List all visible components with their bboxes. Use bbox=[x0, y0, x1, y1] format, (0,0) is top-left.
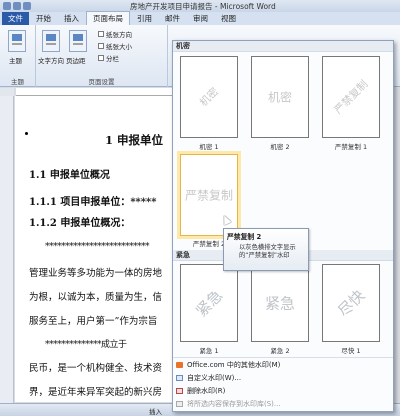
vertical-ruler[interactable] bbox=[0, 96, 14, 406]
custom-watermark-menu-item[interactable]: 自定义水印(W)... bbox=[173, 372, 393, 384]
watermark-preview-text: 尽快 bbox=[334, 286, 369, 321]
tab-insert[interactable]: 插入 bbox=[58, 12, 85, 25]
text-direction-label: 文字方向 bbox=[38, 57, 64, 65]
bullet-mark bbox=[25, 132, 28, 135]
page-setup-group: 文字方向 页边距 纸张方向 纸张大小 分栏 页面设置 bbox=[36, 25, 168, 87]
more-watermarks-office-menu-item[interactable]: Office.com 中的其他水印(M) bbox=[173, 359, 393, 371]
title-bar: 房地产开发项目申请报告 - Microsoft Word bbox=[0, 0, 400, 12]
body-stars-2: **************成立于 bbox=[45, 340, 127, 350]
tab-page-layout[interactable]: 页面布局 bbox=[86, 11, 130, 25]
paper-size-icon bbox=[98, 43, 104, 49]
horizontal-ruler[interactable] bbox=[16, 88, 176, 96]
watermark-preview-text: 机密 bbox=[197, 85, 222, 110]
remove-watermark-icon bbox=[176, 388, 183, 394]
custom-watermark-label: 自定义水印(W)... bbox=[187, 374, 242, 382]
watermark-confidential-2[interactable]: 机密 bbox=[251, 56, 309, 138]
text-direction-button[interactable] bbox=[42, 30, 60, 52]
body-stars-1: ************************** bbox=[45, 242, 150, 252]
window-title: 房地产开发项目申请报告 - Microsoft Word bbox=[130, 2, 276, 11]
quick-access-toolbar bbox=[0, 2, 31, 10]
paper-direction-label: 纸张方向 bbox=[106, 31, 132, 39]
body-line-1: 管理业务等多功能为一体的房地 bbox=[29, 268, 163, 279]
watermark-label-confidential-1: 机密 1 bbox=[199, 143, 219, 151]
tab-file[interactable]: 文件 bbox=[2, 12, 29, 25]
themes-button[interactable] bbox=[8, 30, 26, 52]
ruler-corner[interactable] bbox=[0, 88, 14, 96]
watermark-urgent-2[interactable]: 紧急 bbox=[251, 264, 309, 342]
tab-home[interactable]: 开始 bbox=[30, 12, 57, 25]
save-icon[interactable] bbox=[13, 2, 21, 10]
watermark-confidential-1[interactable]: 机密 bbox=[180, 56, 238, 138]
watermark-preview-text: 紧急 bbox=[264, 294, 296, 313]
body-line-2: 为根，以诚为本，质量为生，信 bbox=[29, 292, 163, 303]
remove-watermark-menu-item[interactable]: 删除水印(R) bbox=[173, 385, 393, 397]
tooltip-title: 严禁复制 2 bbox=[227, 233, 262, 241]
custom-watermark-icon bbox=[176, 375, 183, 381]
watermark-no-copy-2[interactable]: 严禁复制 bbox=[180, 154, 238, 236]
watermark-preview-text: 严禁复制 bbox=[332, 78, 371, 117]
menu-separator bbox=[173, 357, 393, 358]
remove-watermark-label: 删除水印(R) bbox=[187, 387, 226, 395]
tab-view[interactable]: 视图 bbox=[215, 12, 242, 25]
margins-label: 页边距 bbox=[66, 57, 86, 65]
undo-icon[interactable] bbox=[23, 2, 31, 10]
watermark-label-asap-1: 尽快 1 bbox=[341, 347, 361, 355]
watermark-preview-text: 紧急 bbox=[192, 286, 227, 321]
save-to-gallery-label: 将所选内容保存到水印库(S)... bbox=[187, 400, 281, 408]
office-logo-icon bbox=[176, 362, 183, 368]
heading-1-1-1: 1.1.1 项目申报单位：***** bbox=[29, 197, 157, 208]
save-to-gallery-menu-item[interactable]: 将所选内容保存到水印库(S)... bbox=[173, 398, 393, 410]
columns-button[interactable]: 分栏 bbox=[98, 53, 119, 63]
heading-1-1: 1.1 申报单位概况 bbox=[29, 170, 110, 181]
theme-group: 主题 主题 bbox=[0, 25, 36, 87]
watermark-preview-text: 机密 bbox=[267, 90, 293, 105]
watermark-no-copy-1[interactable]: 严禁复制 bbox=[322, 56, 380, 138]
watermark-asap-1[interactable]: 尽快 bbox=[322, 264, 380, 342]
more-watermarks-label: Office.com 中的其他水印(M) bbox=[187, 361, 281, 369]
paper-size-button[interactable]: 纸张大小 bbox=[98, 41, 132, 51]
save-to-gallery-icon bbox=[176, 401, 183, 407]
tab-review[interactable]: 审阅 bbox=[187, 12, 214, 25]
themes-label: 主题 bbox=[9, 57, 22, 65]
theme-group-label: 主题 bbox=[11, 78, 24, 86]
tooltip-body: 以灰色横排文字显示的“严禁复制”水印 bbox=[239, 244, 296, 259]
paper-size-label: 纸张大小 bbox=[106, 43, 132, 51]
watermark-label-urgent-2: 紧急 2 bbox=[270, 347, 290, 355]
watermark-tooltip: 严禁复制 2 以灰色横排文字显示的“严禁复制”水印 bbox=[223, 228, 309, 271]
columns-icon bbox=[98, 55, 104, 61]
watermark-gallery: 机密 机密 机密 1 机密 机密 2 严禁复制 严禁复制 1 严禁复制 严禁复制… bbox=[172, 40, 394, 412]
margins-button[interactable] bbox=[69, 30, 87, 52]
heading-1-1-2: 1.1.2 申报单位概况： bbox=[29, 218, 131, 229]
page-setup-group-label: 页面设置 bbox=[88, 78, 115, 86]
watermark-label-confidential-2: 机密 2 bbox=[270, 143, 290, 151]
body-line-3: 服务至上，用户第一”作为宗旨 bbox=[29, 316, 158, 327]
insert-mode-indicator[interactable]: 插入 bbox=[149, 406, 162, 416]
ribbon-tabs: 文件 开始 插入 页面布局 引用 邮件 审阅 视图 bbox=[0, 11, 400, 25]
tab-mailings[interactable]: 邮件 bbox=[159, 12, 186, 25]
document-page[interactable]: 1 申报单位 1.1 申报单位概况 1.1.1 项目申报单位：***** 1.1… bbox=[15, 96, 195, 402]
paper-direction-button[interactable]: 纸张方向 bbox=[98, 29, 132, 39]
watermark-label-urgent-1: 紧急 1 bbox=[199, 347, 219, 355]
body-line-4: 民币，是一个机构健全、技术资 bbox=[29, 363, 163, 374]
tab-references[interactable]: 引用 bbox=[131, 12, 158, 25]
watermark-label-no-copy-1: 严禁复制 1 bbox=[334, 143, 368, 151]
watermark-preview-text: 严禁复制 bbox=[184, 188, 234, 203]
orientation-icon bbox=[98, 31, 104, 37]
word-logo-icon[interactable] bbox=[3, 2, 11, 10]
heading-1: 1 申报单位 bbox=[105, 133, 164, 147]
watermark-urgent-1[interactable]: 紧急 bbox=[180, 264, 238, 342]
body-line-5: 界，是近年来异军突起的新兴房 bbox=[29, 387, 163, 398]
section-confidential: 机密 bbox=[173, 41, 393, 52]
columns-label: 分栏 bbox=[106, 55, 119, 63]
